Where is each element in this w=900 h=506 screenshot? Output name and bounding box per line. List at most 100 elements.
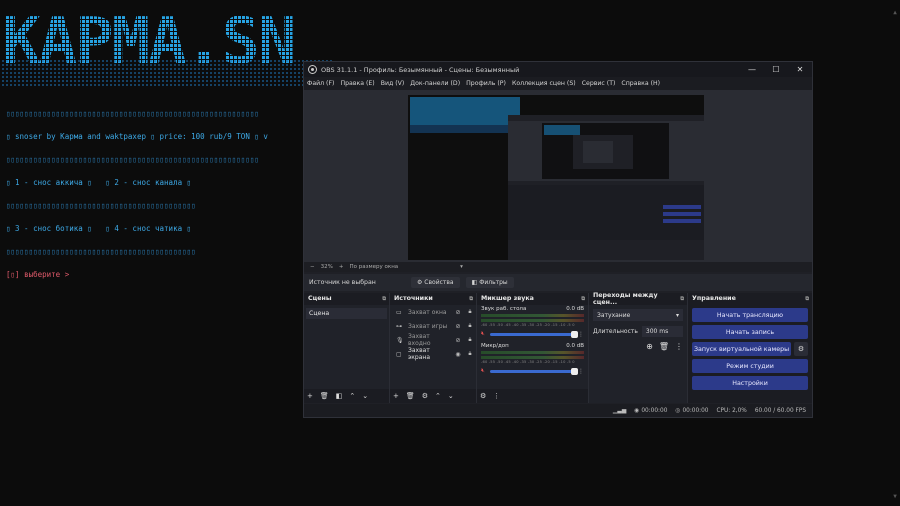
lock-icon[interactable]: 🔒︎ (464, 336, 476, 344)
add-icon[interactable]: ⊕ (646, 342, 653, 351)
terminal-output: ▯▯▯▯▯▯▯▯▯▯▯▯▯▯▯▯▯▯▯▯▯▯▯▯▯▯▯▯▯▯▯▯▯▯▯▯▯▯▯▯… (6, 96, 268, 303)
menu-view[interactable]: Вид (V) (381, 80, 405, 87)
settings-icon[interactable]: ⚙ (480, 392, 486, 400)
channel-name: Микр/доп (481, 343, 509, 349)
trash-icon[interactable]: 🗑 (659, 342, 669, 351)
stream-icon: ◎ (675, 407, 681, 414)
more-icon[interactable]: ⋮ (675, 342, 683, 351)
mixer-title: Микшер звука (481, 295, 534, 302)
source-item[interactable]: ▢ Захват экрана ◉ 🔒︎ (390, 347, 476, 361)
status-bar: ▁▃▅ ◉ 00:00:00 ◎ 00:00:00 CPU: 2,0% 60.00 … (304, 404, 812, 417)
zoom-out-icon[interactable]: − (310, 264, 315, 270)
menu-docks[interactable]: Док-панели (D) (410, 80, 460, 87)
chevron-down-icon: ▾ (675, 311, 679, 319)
minimize-button[interactable]: — (740, 65, 764, 74)
volume-slider[interactable] (490, 330, 578, 338)
mixer-dock: Микшер звука ⧉ Звук раб. стола 0.0 dB -60 … (477, 293, 589, 403)
terminal-line: ▯▯▯▯▯▯▯▯▯▯▯▯▯▯▯▯▯▯▯▯▯▯▯▯▯▯▯▯▯▯▯▯▯▯▯▯▯▯▯▯… (6, 246, 196, 256)
record-icon: ◉ (634, 407, 640, 414)
terminal-line: ▯ 1 - снос аккича ▯ ▯ 2 - снос канала ▯ (6, 177, 192, 187)
gamepad-icon: ⊶ (396, 322, 402, 330)
mixer-channel: Звук раб. стола 0.0 dB -60 -55 -50 -45 -4… (477, 305, 588, 339)
terminal-line: ▯▯▯▯▯▯▯▯▯▯▯▯▯▯▯▯▯▯▯▯▯▯▯▯▯▯▯▯▯▯▯▯▯▯▯▯▯▯▯▯… (6, 108, 259, 118)
virtual-camera-button[interactable]: Запуск виртуальной камеры (692, 342, 791, 356)
trash-icon[interactable]: 🗑 (406, 392, 415, 400)
controls-dock: Управление ⧉ Начать трансляцию Начать зап… (688, 293, 812, 403)
close-button[interactable]: ✕ (788, 65, 812, 74)
add-icon[interactable]: + (393, 392, 399, 400)
scenes-toolbar: + 🗑 ◧ ⌃ ⌄ (304, 389, 389, 403)
eye-hidden-icon[interactable]: ⊘ (452, 323, 464, 330)
filter-icon[interactable]: ◧ (336, 392, 343, 400)
scroll-down-icon[interactable]: ▼ (892, 494, 898, 500)
filters-button[interactable]: ◧ Фильтры (465, 277, 514, 288)
source-item[interactable]: ▭ Захват окна ⊘ 🔒︎ (390, 305, 476, 319)
window-title: OBS 31.1.1 - Профиль: Безымянный - Сцены… (321, 65, 520, 74)
volume-meter (481, 314, 584, 317)
menu-edit[interactable]: Правка (E) (340, 80, 374, 87)
undock-icon[interactable]: ⧉ (469, 296, 473, 302)
up-arrow-icon[interactable]: ⌃ (435, 392, 441, 400)
add-icon[interactable]: + (307, 392, 313, 400)
lock-icon[interactable]: 🔒︎ (464, 322, 476, 330)
studio-mode-button[interactable]: Режим студии (692, 359, 808, 373)
sources-title: Источники (394, 295, 433, 302)
down-arrow-icon[interactable]: ⌄ (448, 392, 454, 400)
transition-select[interactable]: Затухание ▾ (593, 309, 683, 321)
properties-button[interactable]: ⚙ Свойства (411, 277, 460, 288)
sources-dock: Источники ⧉ ▭ Захват окна ⊘ 🔒︎ ⊶ Захват игры ⊘… (390, 293, 477, 403)
gear-icon[interactable]: ⚙ (422, 392, 428, 400)
zoom-dropdown-icon[interactable]: ▾ (460, 264, 463, 270)
terminal-line: ▯▯▯▯▯▯▯▯▯▯▯▯▯▯▯▯▯▯▯▯▯▯▯▯▯▯▯▯▯▯▯▯▯▯▯▯▯▯▯▯… (6, 154, 259, 164)
undock-icon[interactable]: ⧉ (581, 296, 585, 302)
menu-file[interactable]: Файл (F) (307, 80, 334, 87)
menu-profile[interactable]: Профиль (P) (466, 80, 506, 87)
stream-time: 00:00:00 (682, 407, 709, 414)
mixer-toolbar: ⚙ ⋮ (477, 389, 588, 403)
terminal-scrollbar[interactable]: ▲ ▼ (892, 10, 898, 500)
undock-icon[interactable]: ⧉ (382, 296, 386, 302)
obs-logo-icon (308, 65, 317, 74)
terminal-prompt[interactable]: [▯] выберите > (6, 269, 268, 281)
maximize-button[interactable]: ☐ (764, 65, 788, 74)
volume-slider[interactable] (490, 367, 578, 375)
up-arrow-icon[interactable]: ⌃ (349, 392, 355, 400)
source-item[interactable]: 🎙︎ Захват входно ⊘ 🔒︎ (390, 333, 476, 347)
undock-icon[interactable]: ⧉ (805, 296, 809, 302)
eye-hidden-icon[interactable]: ⊘ (452, 309, 464, 316)
scene-item[interactable]: Сцена (306, 308, 387, 319)
program-preview[interactable] (408, 95, 704, 260)
mic-icon: 🎙︎ (396, 336, 404, 344)
zoom-mode-select[interactable]: По размеру окна (349, 264, 398, 270)
down-arrow-icon[interactable]: ⌄ (362, 392, 368, 400)
meter-ticks: -60 -55 -50 -45 -40 -35 -30 -25 -20 -15 … (481, 360, 575, 364)
trash-icon[interactable]: 🗑 (320, 392, 329, 400)
start-record-button[interactable]: Начать запись (692, 325, 808, 339)
duration-field[interactable]: 300 ms (641, 326, 683, 337)
volume-meter (481, 351, 584, 354)
menu-tools[interactable]: Сервис (T) (582, 80, 616, 87)
eye-hidden-icon[interactable]: ⊘ (452, 337, 464, 344)
zoom-value: 32% (320, 264, 333, 270)
lock-icon[interactable]: 🔒︎ (464, 308, 476, 316)
eye-icon[interactable]: ◉ (452, 351, 464, 358)
scenes-list: Сцена (304, 305, 389, 389)
zoom-in-icon[interactable]: + (339, 264, 344, 270)
undock-icon[interactable]: ⧉ (680, 296, 684, 302)
zoom-bar: − 32% + По размеру окна ▾ (304, 262, 812, 272)
speaker-muted-icon[interactable]: 🔇︎ (481, 367, 490, 375)
lock-icon[interactable]: 🔒︎ (464, 350, 476, 358)
gear-icon[interactable]: ⚙ (794, 342, 808, 356)
scenes-title: Сцены (308, 295, 332, 302)
volume-meter (481, 356, 584, 359)
start-stream-button[interactable]: Начать трансляцию (692, 308, 808, 322)
speaker-muted-icon[interactable]: 🔇︎ (481, 330, 490, 338)
scroll-up-icon[interactable]: ▲ (892, 10, 898, 16)
more-icon[interactable]: ⋮ (493, 392, 500, 400)
menu-scene-collection[interactable]: Коллекция сцен (S) (512, 80, 576, 87)
sources-list: ▭ Захват окна ⊘ 🔒︎ ⊶ Захват игры ⊘ 🔒︎ 🎙︎ Захват… (390, 305, 476, 389)
source-item[interactable]: ⊶ Захват игры ⊘ 🔒︎ (390, 319, 476, 333)
volume-meter (481, 319, 584, 322)
menu-help[interactable]: Справка (H) (621, 80, 660, 87)
settings-button[interactable]: Настройки (692, 376, 808, 390)
